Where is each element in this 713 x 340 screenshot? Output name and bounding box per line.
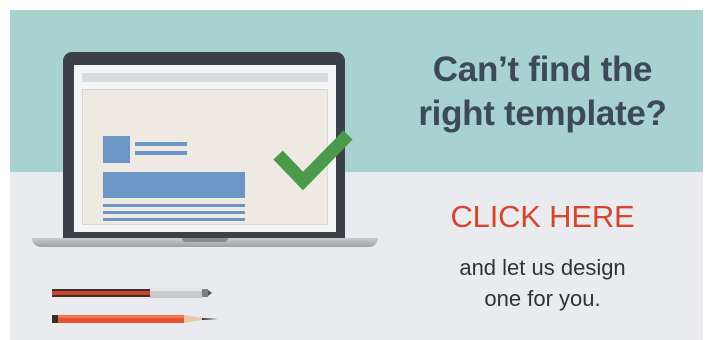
- headline-line-2: right template?: [418, 94, 667, 133]
- text-line: [135, 142, 187, 146]
- text-line: [103, 218, 245, 221]
- content-block: [103, 172, 245, 198]
- text-line: [103, 211, 245, 214]
- pencil-icon: [52, 315, 218, 323]
- promo-banner[interactable]: Can’t find the right template? CLICK HER…: [10, 10, 703, 340]
- headline: Can’t find the right template?: [390, 48, 695, 136]
- headline-line-1: Can’t find the: [432, 50, 653, 89]
- checkmark-icon: [273, 130, 353, 191]
- text-line: [135, 151, 187, 155]
- click-here-link[interactable]: CLICK HERE: [390, 198, 695, 236]
- subtext: and let us design one for you.: [390, 252, 695, 314]
- subtext-line-1: and let us design: [459, 255, 626, 280]
- image-placeholder: [103, 136, 130, 163]
- text-line: [103, 204, 245, 207]
- pen-icon: [52, 288, 212, 298]
- browser-bar: [82, 73, 328, 82]
- subtext-line-2: one for you.: [484, 286, 601, 311]
- laptop-notch: [182, 238, 228, 242]
